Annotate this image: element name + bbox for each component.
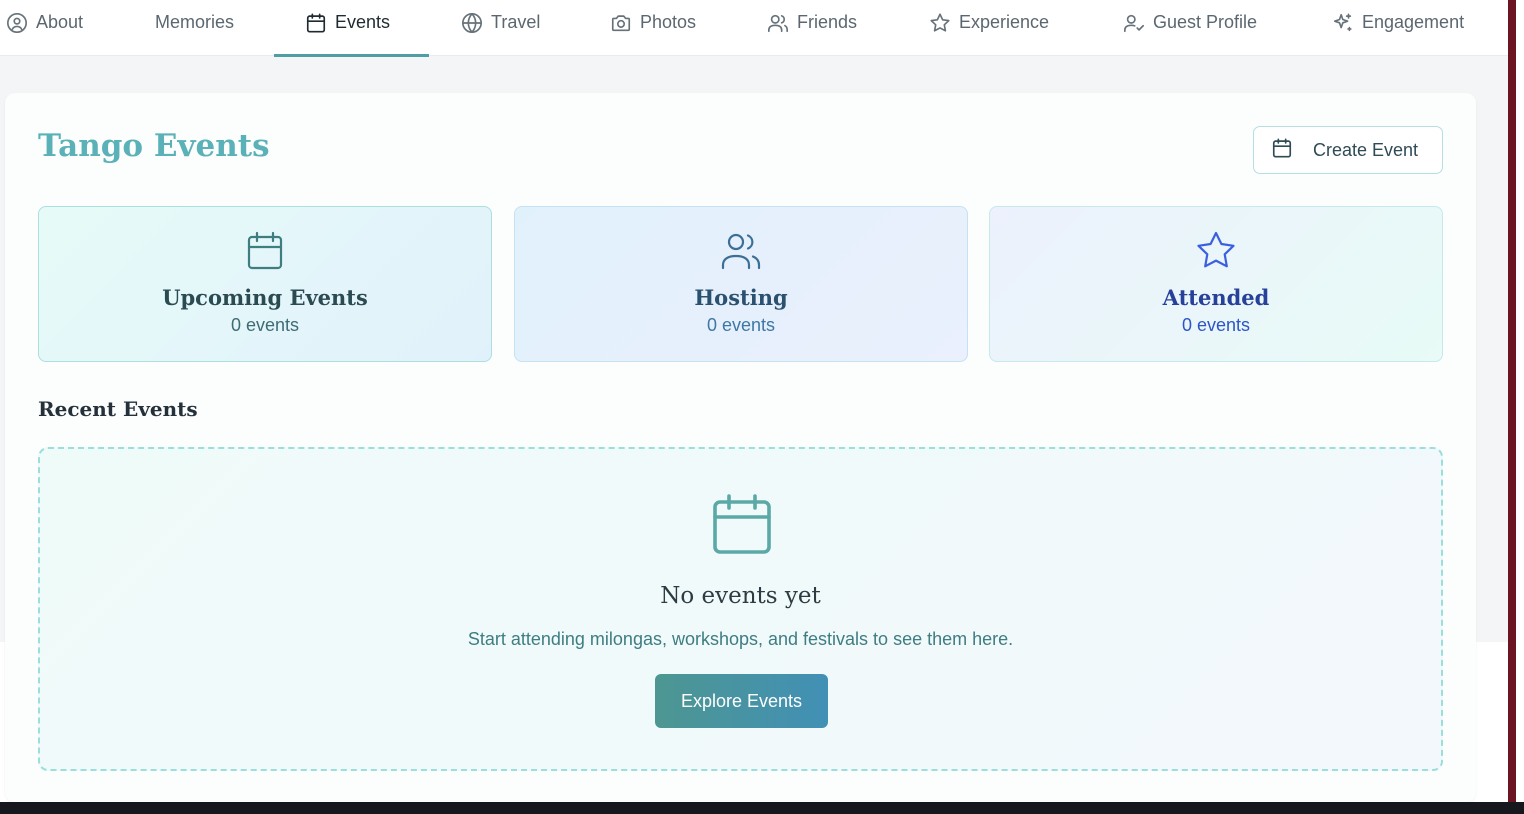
tab-engagement[interactable]: Engagement bbox=[1332, 12, 1464, 56]
tab-friends[interactable]: Friends bbox=[767, 12, 857, 56]
calendar-icon bbox=[712, 493, 772, 555]
calendar-icon bbox=[243, 229, 287, 273]
empty-state-title: No events yet bbox=[660, 583, 821, 609]
globe-icon bbox=[461, 12, 483, 34]
stat-count: 0 events bbox=[230, 315, 300, 335]
tab-label: Memories bbox=[155, 12, 235, 32]
user-check-icon bbox=[1123, 12, 1145, 34]
stat-title: Attended bbox=[1162, 285, 1270, 310]
tab-label: Travel bbox=[491, 12, 541, 32]
calendar-icon bbox=[305, 12, 327, 34]
stat-count: 0 events bbox=[706, 315, 776, 335]
stat-card-upcoming-events: Upcoming Events 0 events bbox=[38, 206, 492, 362]
tab-events[interactable]: Events bbox=[305, 12, 390, 56]
recent-events-heading: Recent Events bbox=[38, 397, 198, 421]
tab-travel[interactable]: Travel bbox=[461, 12, 540, 56]
users-icon bbox=[767, 12, 789, 34]
create-event-label: Create Event bbox=[1313, 139, 1419, 160]
stat-count: 0 events bbox=[1181, 315, 1251, 335]
stat-title: Upcoming Events bbox=[162, 285, 368, 310]
tab-guest-profile[interactable]: Guest Profile bbox=[1123, 12, 1257, 56]
sparkles-icon bbox=[1332, 12, 1354, 34]
camera-icon bbox=[610, 12, 632, 34]
active-tab-underline bbox=[274, 54, 429, 57]
stat-card-attended: Attended 0 events bbox=[989, 206, 1443, 362]
window-right-edge bbox=[1508, 0, 1524, 802]
users-icon bbox=[719, 229, 763, 273]
tab-label: Engagement bbox=[1362, 12, 1465, 32]
stat-title: Hosting bbox=[694, 285, 788, 310]
star-icon bbox=[1194, 229, 1238, 273]
profile-tab-bar: About Memories Events Travel Photos Frie… bbox=[0, 0, 1508, 57]
calendar-icon bbox=[1271, 137, 1293, 164]
tab-about[interactable]: About bbox=[6, 12, 83, 56]
explore-events-button[interactable]: Explore Events bbox=[655, 674, 828, 728]
recent-events-empty-state: No events yet Start attending milongas, … bbox=[38, 447, 1443, 771]
star-icon bbox=[929, 12, 951, 34]
stat-card-hosting: Hosting 0 events bbox=[514, 206, 968, 362]
tab-label: Photos bbox=[640, 12, 697, 32]
page-title: Tango Events bbox=[38, 128, 270, 164]
empty-state-subtitle: Start attending milongas, workshops, and… bbox=[467, 629, 1014, 649]
tab-memories[interactable]: Memories bbox=[155, 12, 234, 56]
tab-label: Guest Profile bbox=[1153, 12, 1258, 32]
tab-label: Friends bbox=[797, 12, 858, 32]
tab-label: Experience bbox=[959, 12, 1050, 32]
tab-photos[interactable]: Photos bbox=[610, 12, 696, 56]
create-event-button[interactable]: Create Event bbox=[1253, 126, 1443, 174]
tab-label: About bbox=[36, 12, 84, 32]
tab-label: Events bbox=[335, 12, 391, 32]
tab-experience[interactable]: Experience bbox=[929, 12, 1049, 56]
user-circle-icon bbox=[6, 12, 28, 34]
